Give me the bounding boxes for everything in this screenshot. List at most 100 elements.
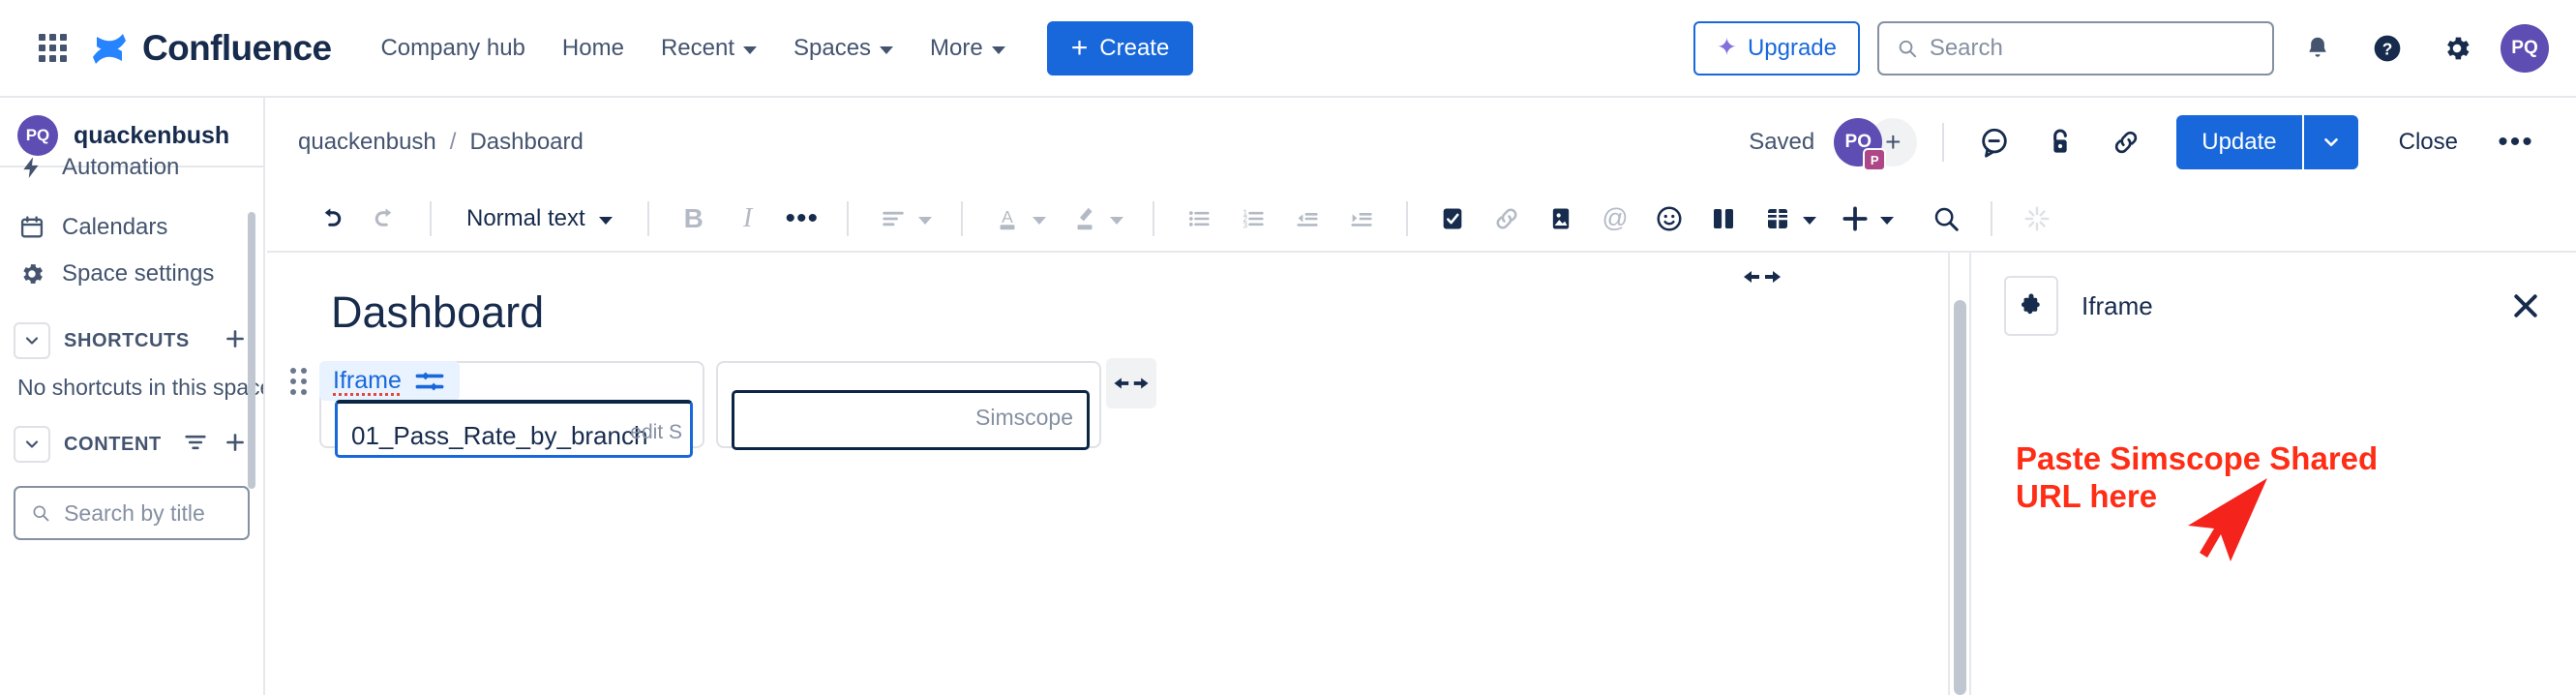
config-panel-header: Iframe <box>1973 253 2576 336</box>
sidebar-item-automation[interactable]: Automation <box>0 158 263 183</box>
editor-scrollbar-thumb[interactable] <box>1954 300 1966 695</box>
layout-width-toggle-top[interactable] <box>1742 264 1782 289</box>
close-x-icon <box>2514 294 2537 317</box>
text-align-dropdown[interactable] <box>868 194 942 244</box>
content-search-box[interactable] <box>14 486 250 540</box>
puzzle-piece-icon <box>2004 276 2058 336</box>
bold-button[interactable]: B <box>669 194 719 244</box>
lightning-bolt-icon <box>17 158 46 182</box>
content-collapse-toggle[interactable] <box>14 426 50 463</box>
svg-text:3: 3 <box>1243 221 1247 229</box>
macro-config-panel: Iframe About configuration URL* URL sour… <box>1973 253 2576 695</box>
highlight-button[interactable] <box>1060 194 1110 244</box>
nav-recent[interactable]: Recent <box>644 23 773 74</box>
text-align-icon <box>882 211 904 227</box>
shortcuts-empty-text: No shortcuts in this space <box>17 375 265 400</box>
more-formatting-button[interactable]: ••• <box>777 194 827 244</box>
undo-button[interactable] <box>306 194 356 244</box>
ai-button[interactable] <box>2012 194 2062 244</box>
update-button[interactable]: Update <box>2176 115 2304 169</box>
iframe-macro-label[interactable]: Iframe <box>319 361 460 401</box>
find-replace-button[interactable] <box>1921 194 1971 244</box>
numbered-list-button[interactable]: 1 2 3 <box>1228 194 1278 244</box>
redo-button[interactable] <box>360 194 410 244</box>
chevron-down-icon <box>1109 217 1123 225</box>
confluence-logo-link[interactable]: Confluence <box>89 28 332 69</box>
text-color-dropdown[interactable]: A <box>982 194 1056 244</box>
emoji-button[interactable] <box>1644 194 1694 244</box>
page-title[interactable]: Dashboard <box>267 253 1948 338</box>
space-name: quackenbush <box>74 121 230 149</box>
comment-button[interactable] <box>1969 117 2020 167</box>
checkbox-task-icon <box>1443 208 1462 229</box>
notification-bell-button[interactable] <box>2291 22 2344 75</box>
search-icon <box>1934 207 1959 231</box>
create-button[interactable]: + Create <box>1046 20 1194 76</box>
link-button[interactable] <box>1482 194 1532 244</box>
page-more-actions-button[interactable]: ••• <box>2491 117 2541 167</box>
collaborator-avatars: PO P + <box>1834 118 1918 171</box>
outdent-button[interactable] <box>1282 194 1333 244</box>
chevron-down-icon <box>742 45 757 54</box>
second-macro-container[interactable]: Simscope <box>716 361 1101 450</box>
sidebar-scrollbar[interactable] <box>248 212 255 489</box>
collaborator-avatar[interactable]: PO P <box>1834 118 1887 171</box>
chevron-down-icon <box>1802 217 1816 225</box>
content-search-input[interactable] <box>64 499 232 527</box>
content-filter-button[interactable] <box>182 429 209 461</box>
italic-button[interactable]: I <box>723 194 773 244</box>
table-dropdown[interactable] <box>1752 194 1826 244</box>
insert-dropdown[interactable] <box>1830 194 1903 244</box>
search-input[interactable] <box>1929 34 2255 62</box>
bullet-list-icon <box>1188 211 1210 227</box>
update-options-button[interactable] <box>2303 115 2358 169</box>
iframe-macro-container[interactable]: Iframe 01_Pass_Rate_by_branch edit S <box>319 361 704 458</box>
text-align-button[interactable] <box>868 194 918 244</box>
breadcrumb-space[interactable]: quackenbush <box>298 129 436 156</box>
app-switcher-button[interactable] <box>27 23 77 74</box>
add-shortcut-button[interactable] <box>223 326 248 356</box>
sidebar-section-shortcuts: SHORTCUTS <box>0 313 263 369</box>
editor-canvas[interactable]: Dashboard <box>267 253 1948 695</box>
settings-button[interactable] <box>2431 22 2483 75</box>
bullet-list-button[interactable] <box>1174 194 1224 244</box>
restrictions-button[interactable] <box>2035 117 2085 167</box>
layout-button[interactable] <box>1698 194 1749 244</box>
nav-spaces[interactable]: Spaces <box>777 23 910 74</box>
search-icon <box>33 505 49 522</box>
help-button[interactable]: ? <box>2361 22 2413 75</box>
content-section-label: CONTENT <box>64 433 162 455</box>
drag-handle-icon[interactable] <box>290 368 307 395</box>
indent-button[interactable] <box>1336 194 1387 244</box>
nav-more[interactable]: More <box>914 23 1022 74</box>
iframe-macro-body[interactable]: 01_Pass_Rate_by_branch edit S <box>335 400 693 458</box>
nav-home[interactable]: Home <box>546 23 641 74</box>
insert-button[interactable] <box>1830 194 1880 244</box>
copy-link-button[interactable] <box>2101 117 2151 167</box>
add-content-button[interactable] <box>223 430 248 460</box>
upgrade-button[interactable]: ✦ Upgrade <box>1692 20 1860 76</box>
global-search-box[interactable] <box>1877 20 2274 76</box>
table-button[interactable] <box>1752 194 1803 244</box>
emoji-smiley-icon <box>1657 206 1682 231</box>
sidebar-item-calendars[interactable]: Calendars <box>0 204 263 251</box>
config-panel-close-button[interactable] <box>2501 281 2551 331</box>
text-color-button[interactable]: A <box>982 194 1033 244</box>
breadcrumb-page[interactable]: Dashboard <box>469 129 583 156</box>
highlight-dropdown[interactable] <box>1060 194 1133 244</box>
close-editor-button[interactable]: Close <box>2381 115 2475 169</box>
shortcuts-collapse-toggle[interactable] <box>14 322 50 359</box>
text-style-dropdown[interactable]: Normal text <box>451 197 628 240</box>
chevron-down-icon <box>25 440 39 448</box>
sidebar-item-space-settings[interactable]: Space settings <box>0 251 263 297</box>
mention-button[interactable]: @ <box>1590 194 1640 244</box>
nav-company-hub[interactable]: Company hub <box>364 23 541 74</box>
image-button[interactable] <box>1536 194 1586 244</box>
comment-icon <box>1982 128 2007 158</box>
layout-width-toggle-bottom[interactable] <box>1106 358 1156 408</box>
sparkle-icon: ✦ <box>1716 34 1737 61</box>
task-button[interactable] <box>1427 194 1478 244</box>
user-avatar[interactable]: PQ <box>2501 23 2549 73</box>
iframe-macro-edit-link[interactable]: edit S <box>630 421 682 444</box>
second-macro-body[interactable]: Simscope <box>732 390 1090 450</box>
